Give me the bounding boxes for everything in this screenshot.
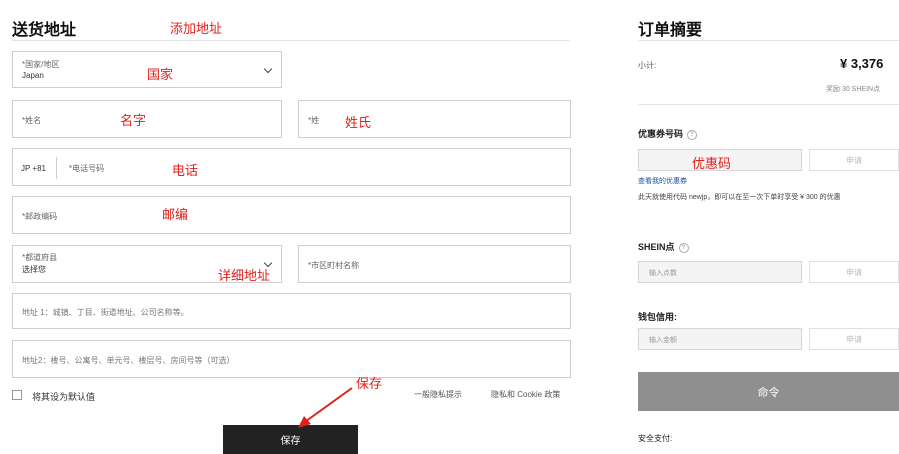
country-value: Japan bbox=[22, 71, 44, 80]
points-reward-note: 奖励 30 SHEIN点 bbox=[826, 86, 881, 93]
coupon-promo-note: 此天就使用代码 newjp，即可以在至一次下单时享受 ¥ 300 的优惠 bbox=[638, 194, 841, 201]
first-name-label: *姓 bbox=[308, 116, 320, 125]
title-divider bbox=[12, 40, 570, 41]
subtotal-divider bbox=[638, 104, 899, 105]
prefecture-label: *都道府县 bbox=[22, 253, 58, 262]
place-order-button[interactable]: 命令 bbox=[638, 372, 899, 411]
annotation-arrow-icon bbox=[298, 387, 353, 428]
points-apply-button[interactable]: 申请 bbox=[809, 261, 899, 283]
address-line-2-placeholder: 地址2：楼号、公寓号、单元号、楼层号、房间号等（可选） bbox=[22, 356, 235, 365]
address-line-2-field[interactable]: 地址2：楼号、公寓号、单元号、楼层号、房间号等（可选） bbox=[12, 340, 571, 378]
first-name-field[interactable]: *姓 bbox=[298, 100, 571, 138]
default-address-checkbox[interactable] bbox=[12, 390, 22, 400]
phone-label: *电话号码 bbox=[69, 164, 105, 173]
default-address-label: 将其设为默认值 bbox=[32, 392, 96, 402]
annotation-phone: 电话 bbox=[172, 163, 199, 178]
annotation-country: 国家 bbox=[147, 67, 174, 82]
annotation-name: 名字 bbox=[120, 113, 147, 128]
order-summary-title: 订单摘要 bbox=[638, 22, 703, 39]
wallet-placeholder: 输入金额 bbox=[649, 337, 677, 344]
annotation-surname: 姓氏 bbox=[345, 115, 372, 130]
info-icon: ? bbox=[678, 242, 689, 253]
wallet-title: 钱包信用: bbox=[638, 312, 677, 322]
last-name-label: *姓名 bbox=[22, 116, 42, 125]
annotation-detail-address: 详细地址 bbox=[218, 268, 271, 283]
annotation-add-address: 添加地址 bbox=[170, 21, 223, 36]
privacy-tip-link[interactable]: 一般隐私提示 bbox=[414, 389, 462, 400]
subtotal-value: ¥ 3,376 bbox=[840, 56, 884, 71]
postal-code-field[interactable]: *邮政编码 bbox=[12, 196, 571, 234]
city-field[interactable]: *市区町村名称 bbox=[298, 245, 571, 283]
last-name-field[interactable]: *姓名 bbox=[12, 100, 282, 138]
coupon-apply-button[interactable]: 申请 bbox=[809, 149, 899, 171]
country-label: *国家/地区 bbox=[22, 60, 60, 69]
phone-country-code[interactable]: JP +81 bbox=[21, 164, 46, 173]
shipping-address-title: 送货地址 bbox=[12, 22, 77, 39]
secure-payment-label: 安全支付: bbox=[638, 434, 673, 443]
summary-divider bbox=[638, 40, 899, 41]
city-label: *市区町村名称 bbox=[308, 261, 360, 270]
info-icon: ? bbox=[687, 129, 698, 140]
coupon-title: 优惠券号码 bbox=[638, 129, 684, 139]
points-title: SHEIN点 bbox=[638, 242, 675, 252]
coupon-title-row: 优惠券号码? bbox=[638, 127, 698, 140]
prefecture-value: 选择您 bbox=[22, 265, 46, 274]
points-input[interactable]: 输入点数 bbox=[638, 261, 802, 283]
points-title-row: SHEIN点? bbox=[638, 240, 689, 253]
chevron-down-icon bbox=[263, 64, 273, 74]
phone-field[interactable]: JP +81 *电话号码 bbox=[12, 148, 571, 186]
wallet-apply-button[interactable]: 申请 bbox=[809, 328, 899, 350]
phone-separator bbox=[56, 157, 57, 179]
points-placeholder: 输入点数 bbox=[649, 270, 677, 277]
cookie-policy-link[interactable]: 隐私和 Cookie 政策 bbox=[491, 389, 560, 400]
view-coupons-link[interactable]: 查看我的优惠券 bbox=[638, 176, 687, 186]
subtotal-label: 小计: bbox=[638, 61, 657, 70]
annotation-postal: 邮编 bbox=[162, 207, 189, 222]
address-line-1-field[interactable]: 地址 1：城镇、丁目、街道地址、公司名称等。 bbox=[12, 293, 571, 329]
wallet-input[interactable]: 输入金额 bbox=[638, 328, 802, 350]
postal-code-label: *邮政编码 bbox=[22, 212, 58, 221]
address-line-1-placeholder: 地址 1：城镇、丁目、街道地址、公司名称等。 bbox=[22, 308, 189, 317]
annotation-coupon: 优惠码 bbox=[692, 156, 732, 171]
